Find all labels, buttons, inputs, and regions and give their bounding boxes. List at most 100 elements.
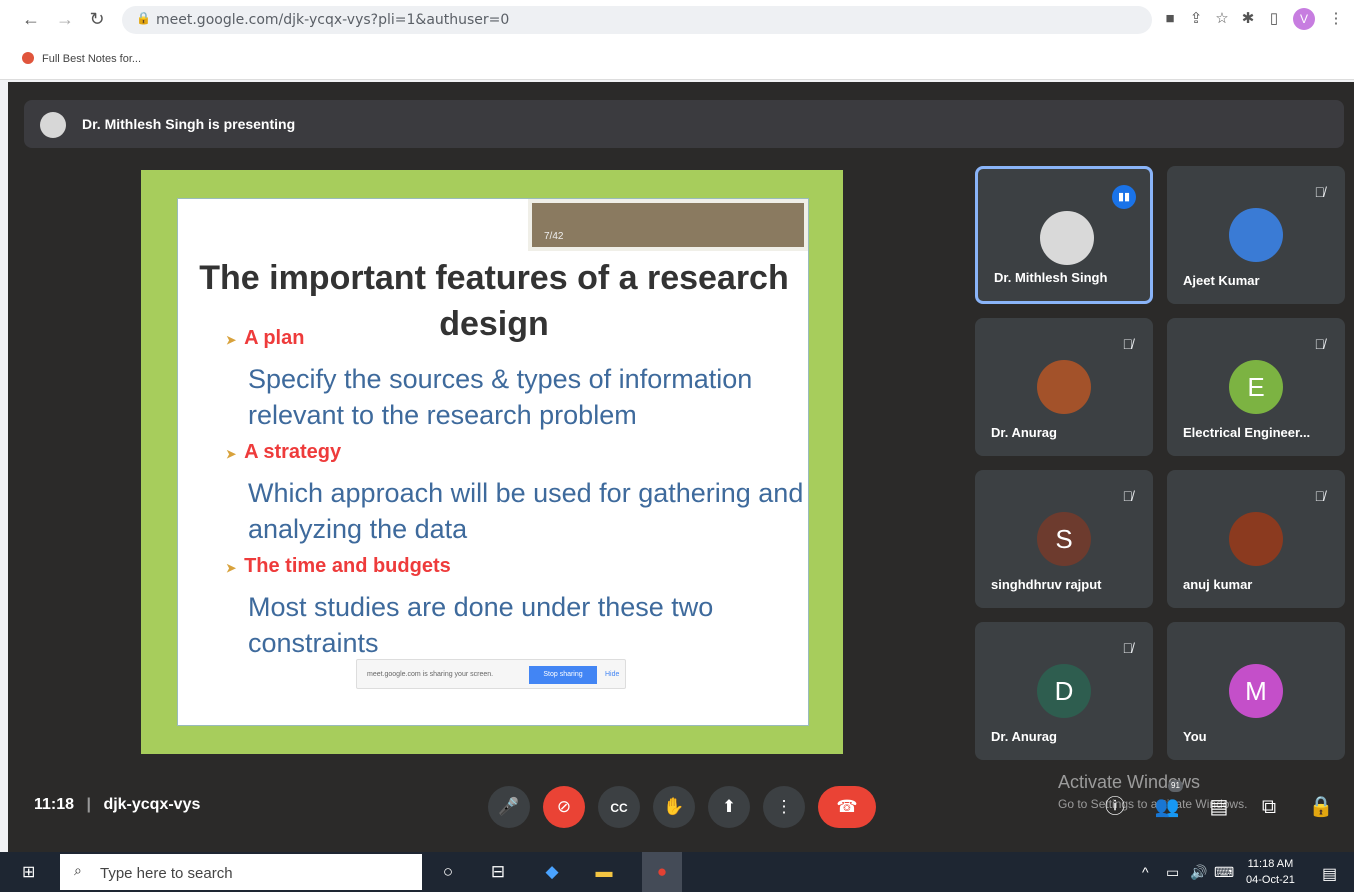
sidepanel-icon[interactable]: ▯: [1264, 9, 1284, 29]
lock-icon: 🔒: [136, 11, 151, 25]
chat-icon: ▤: [1209, 796, 1229, 818]
windows-start-icon[interactable]: ⊞: [22, 864, 40, 882]
presenting-text: Dr. Mithlesh Singh is presenting: [82, 116, 296, 132]
presenting-banner: Dr. Mithlesh Singh is presenting: [24, 100, 1344, 148]
back-icon[interactable]: ←: [20, 8, 42, 30]
cortana-icon[interactable]: ○: [436, 860, 460, 884]
avatar: E: [1229, 360, 1283, 414]
bookmark-favicon-icon: [22, 52, 34, 64]
slide-bullet-body: Most studies are done under these two co…: [248, 592, 714, 658]
avatar: [1229, 512, 1283, 566]
activities-button[interactable]: ⧉: [1254, 792, 1284, 822]
menu-icon[interactable]: ⋮: [1326, 9, 1346, 29]
participant-name: Dr. Mithlesh Singh: [994, 270, 1108, 285]
captions-icon: CC: [610, 801, 628, 815]
avatar: [1040, 211, 1094, 265]
bookmarks-bar: Full Best Notes for...: [0, 40, 1354, 80]
mic-off-icon: 🎙̸: [1122, 336, 1134, 352]
clock-date: 04-Oct-21: [1246, 874, 1295, 886]
slide-bullet-heading: ➤ A plan: [226, 327, 305, 349]
notifications-icon[interactable]: ▤: [1322, 864, 1337, 884]
address-bar[interactable]: 🔒 meet.google.com/djk-ycqx-vys?pli=1&aut…: [122, 6, 1152, 34]
search-placeholder: Type here to search: [100, 865, 233, 882]
volume-icon[interactable]: 🔊: [1190, 864, 1207, 881]
meeting-info: 11:18 | djk-ycqx-vys: [34, 796, 200, 814]
end-call-button[interactable]: ☎: [818, 786, 876, 828]
chrome-icon[interactable]: ●: [642, 852, 682, 892]
camera-indicator-icon[interactable]: ■: [1160, 9, 1180, 29]
screen-share-notice: meet.google.com is sharing your screen. …: [356, 659, 626, 689]
hide-button[interactable]: Hide: [605, 671, 619, 678]
extensions-icon[interactable]: ✱: [1238, 9, 1258, 29]
activities-icon: ⧉: [1261, 796, 1277, 818]
camera-button[interactable]: ⊘: [543, 786, 585, 828]
avatar: [1229, 208, 1283, 262]
bookmark-star-icon[interactable]: ☆: [1212, 9, 1232, 29]
mic-off-icon: 🎙̸: [1314, 184, 1326, 200]
info-icon: ⓘ: [1105, 796, 1125, 818]
app-icon[interactable]: ◆: [540, 860, 564, 884]
profile-avatar[interactable]: V: [1293, 8, 1315, 30]
raise-hand-icon: ✋: [663, 797, 685, 816]
presentation-view: 7/42 The important features of a researc…: [141, 170, 843, 754]
chat-button[interactable]: ▤: [1204, 792, 1234, 822]
participant-name: Dr. Anurag: [991, 729, 1057, 744]
task-view-icon[interactable]: ⊟: [486, 860, 510, 884]
participant-name: You: [1183, 729, 1207, 744]
taskbar-clock[interactable]: 11:18 AM 04-Oct-21: [1246, 856, 1295, 888]
keyboard-icon[interactable]: ⌨: [1214, 864, 1234, 881]
participant-tile[interactable]: 🎙̸ S singhdhruv rajput: [975, 470, 1153, 608]
tray-expand-icon[interactable]: ^: [1142, 864, 1149, 880]
taskbar-search-input[interactable]: ⌕ Type here to search: [60, 854, 422, 890]
separator: |: [86, 796, 91, 813]
meeting-code: djk-ycqx-vys: [103, 796, 201, 813]
stop-sharing-button[interactable]: Stop sharing: [529, 666, 597, 684]
share-notice-text: meet.google.com is sharing your screen.: [367, 671, 494, 678]
participant-name: Ajeet Kumar: [1183, 273, 1260, 288]
participant-tile[interactable]: 🎙̸ Ajeet Kumar: [1167, 166, 1345, 304]
file-explorer-icon[interactable]: ▬: [592, 860, 616, 884]
windows-taskbar: ⊞ ⌕ Type here to search ○ ⊟ ◆ ▬ ● ^ ▭ 🔊 …: [0, 852, 1354, 892]
url-text[interactable]: meet.google.com/djk-ycqx-vys?pli=1&authu…: [156, 12, 509, 28]
slide-thumbnail: 7/42: [528, 199, 808, 251]
people-count-badge: 91: [1168, 780, 1183, 792]
people-button[interactable]: 👥 91: [1152, 780, 1183, 822]
present-icon: ⬆: [721, 797, 737, 816]
participant-name: singhdhruv rajput: [991, 577, 1102, 592]
meeting-details-button[interactable]: ⓘ: [1100, 792, 1130, 822]
host-controls-icon: 🔒: [1308, 796, 1334, 818]
participant-tile[interactable]: M You: [1167, 622, 1345, 760]
people-icon: 👥: [1154, 796, 1180, 818]
slide-bullet-body: Which approach will be used for gatherin…: [248, 478, 804, 544]
slide-bullet-heading: ➤ A strategy: [226, 441, 342, 463]
present-button[interactable]: ⬆: [708, 786, 750, 828]
participant-tile[interactable]: ▮▮ Dr. Mithlesh Singh: [975, 166, 1153, 304]
forward-icon[interactable]: →: [54, 8, 76, 30]
slide-bullet-heading: ➤ The time and budgets: [226, 555, 451, 577]
more-icon: ⋮: [775, 797, 793, 816]
participant-tile[interactable]: 🎙̸ Dr. Anurag: [975, 318, 1153, 456]
mic-off-icon: 🎙̸: [1122, 640, 1134, 656]
participant-name: Dr. Anurag: [991, 425, 1057, 440]
camera-off-icon: ⊘: [556, 797, 572, 816]
participant-name: Electrical Engineer...: [1183, 425, 1311, 440]
avatar: D: [1037, 664, 1091, 718]
bookmark-item[interactable]: Full Best Notes for...: [22, 52, 141, 65]
participant-tile[interactable]: 🎙̸ E Electrical Engineer...: [1167, 318, 1345, 456]
bullet-arrow-icon: ➤: [226, 561, 237, 575]
share-icon[interactable]: ⇪: [1186, 9, 1206, 29]
network-icon[interactable]: ▭: [1166, 864, 1179, 881]
participant-tile[interactable]: 🎙̸ anuj kumar: [1167, 470, 1345, 608]
participant-name: anuj kumar: [1183, 577, 1253, 592]
mic-off-icon: 🎙̸: [1314, 488, 1326, 504]
speaking-indicator-icon: ▮▮: [1112, 185, 1136, 209]
mic-icon: 🎤: [498, 797, 520, 816]
more-options-button[interactable]: ⋮: [763, 786, 805, 828]
host-controls-button[interactable]: 🔒: [1306, 792, 1336, 822]
end-call-icon: ☎: [836, 797, 858, 816]
reload-icon[interactable]: ↻: [86, 8, 108, 30]
participant-tile[interactable]: 🎙̸ D Dr. Anurag: [975, 622, 1153, 760]
mic-button[interactable]: 🎤: [488, 786, 530, 828]
captions-button[interactable]: CC: [598, 786, 640, 828]
raise-hand-button[interactable]: ✋: [653, 786, 695, 828]
